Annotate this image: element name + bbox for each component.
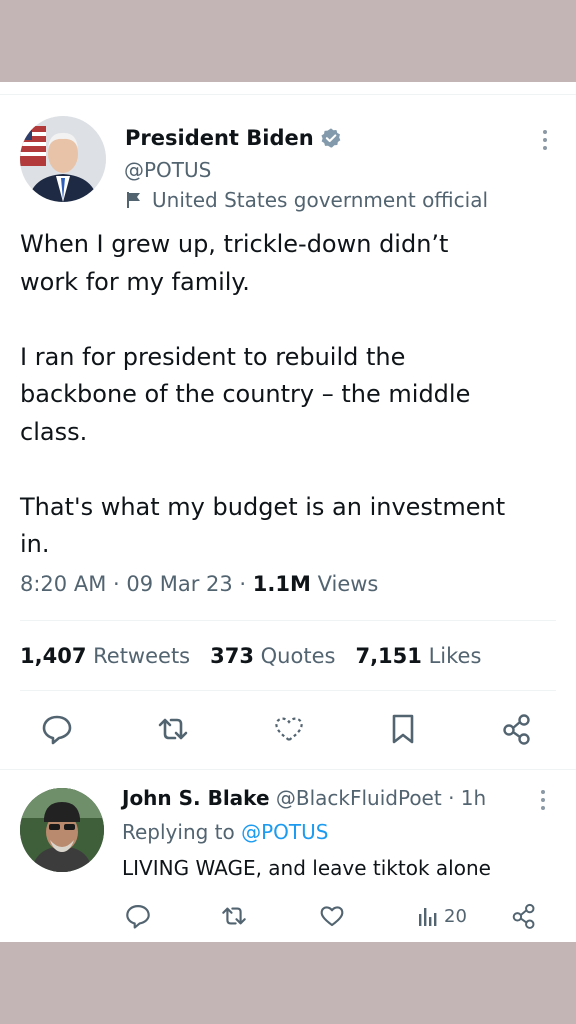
author-avatar[interactable] — [20, 116, 106, 202]
reply-share-icon[interactable] — [510, 902, 538, 930]
reply-author-name[interactable]: John S. Blake — [122, 786, 270, 810]
reply-icon[interactable] — [40, 712, 74, 746]
tweet-card: President Biden @POTUS United States gov… — [0, 82, 576, 942]
top-divider — [0, 94, 576, 95]
reply-like-icon[interactable] — [318, 902, 346, 930]
bookmark-icon[interactable] — [386, 712, 420, 746]
reply-views-count: 20 — [444, 905, 467, 927]
retweet-icon[interactable] — [156, 712, 190, 746]
reply-views[interactable]: 20 — [416, 902, 467, 930]
author-handle[interactable]: @POTUS — [124, 158, 211, 182]
stats-divider — [20, 690, 556, 691]
author-name-row: President Biden — [125, 126, 342, 150]
reply-avatar[interactable] — [20, 788, 104, 872]
government-label-text: United States government official — [152, 188, 489, 212]
likes-stat[interactable]: 7,151 Likes — [355, 644, 481, 668]
reply-reply-icon[interactable] — [124, 902, 152, 930]
reply-author-handle[interactable]: @BlackFluidPoet · 1h — [276, 786, 486, 810]
flag-icon — [127, 192, 140, 208]
views-count: 1.1M — [252, 572, 311, 596]
reply-text: LIVING WAGE, and leave tiktok alone — [122, 856, 491, 880]
reply-more-icon[interactable] — [538, 790, 548, 814]
more-icon[interactable] — [540, 130, 550, 154]
tweet-action-bar — [40, 712, 540, 746]
replying-to-link[interactable]: @POTUS — [241, 820, 328, 844]
verified-badge-icon — [321, 128, 341, 148]
replying-to-label: Replying to — [122, 820, 242, 844]
reply-header: John S. Blake @BlackFluidPoet · 1h — [122, 786, 486, 810]
reply-action-bar: 20 — [122, 902, 542, 930]
author-name[interactable]: President Biden — [125, 126, 314, 150]
reply-divider — [0, 769, 576, 770]
like-icon[interactable] — [272, 712, 306, 746]
replying-to: Replying to @POTUS — [122, 820, 328, 844]
tweet-stats: 1,407 Retweets 373 Quotes 7,151 Likes — [20, 644, 481, 668]
tweet-text: When I grew up, trickle-down didn’t work… — [20, 230, 506, 558]
government-label: United States government official — [124, 188, 488, 212]
views-icon — [419, 908, 437, 926]
reply-retweet-icon[interactable] — [220, 902, 248, 930]
quotes-stat[interactable]: 373 Quotes — [210, 644, 335, 668]
tweet-timestamp[interactable]: 8:20 AM · 09 Mar 23 · — [20, 572, 253, 596]
tweet-meta: 8:20 AM · 09 Mar 23 · 1.1M Views — [20, 572, 378, 596]
meta-divider — [20, 620, 556, 621]
retweets-stat[interactable]: 1,407 Retweets — [20, 644, 190, 668]
share-icon[interactable] — [500, 712, 534, 746]
views-label: Views — [310, 572, 379, 596]
